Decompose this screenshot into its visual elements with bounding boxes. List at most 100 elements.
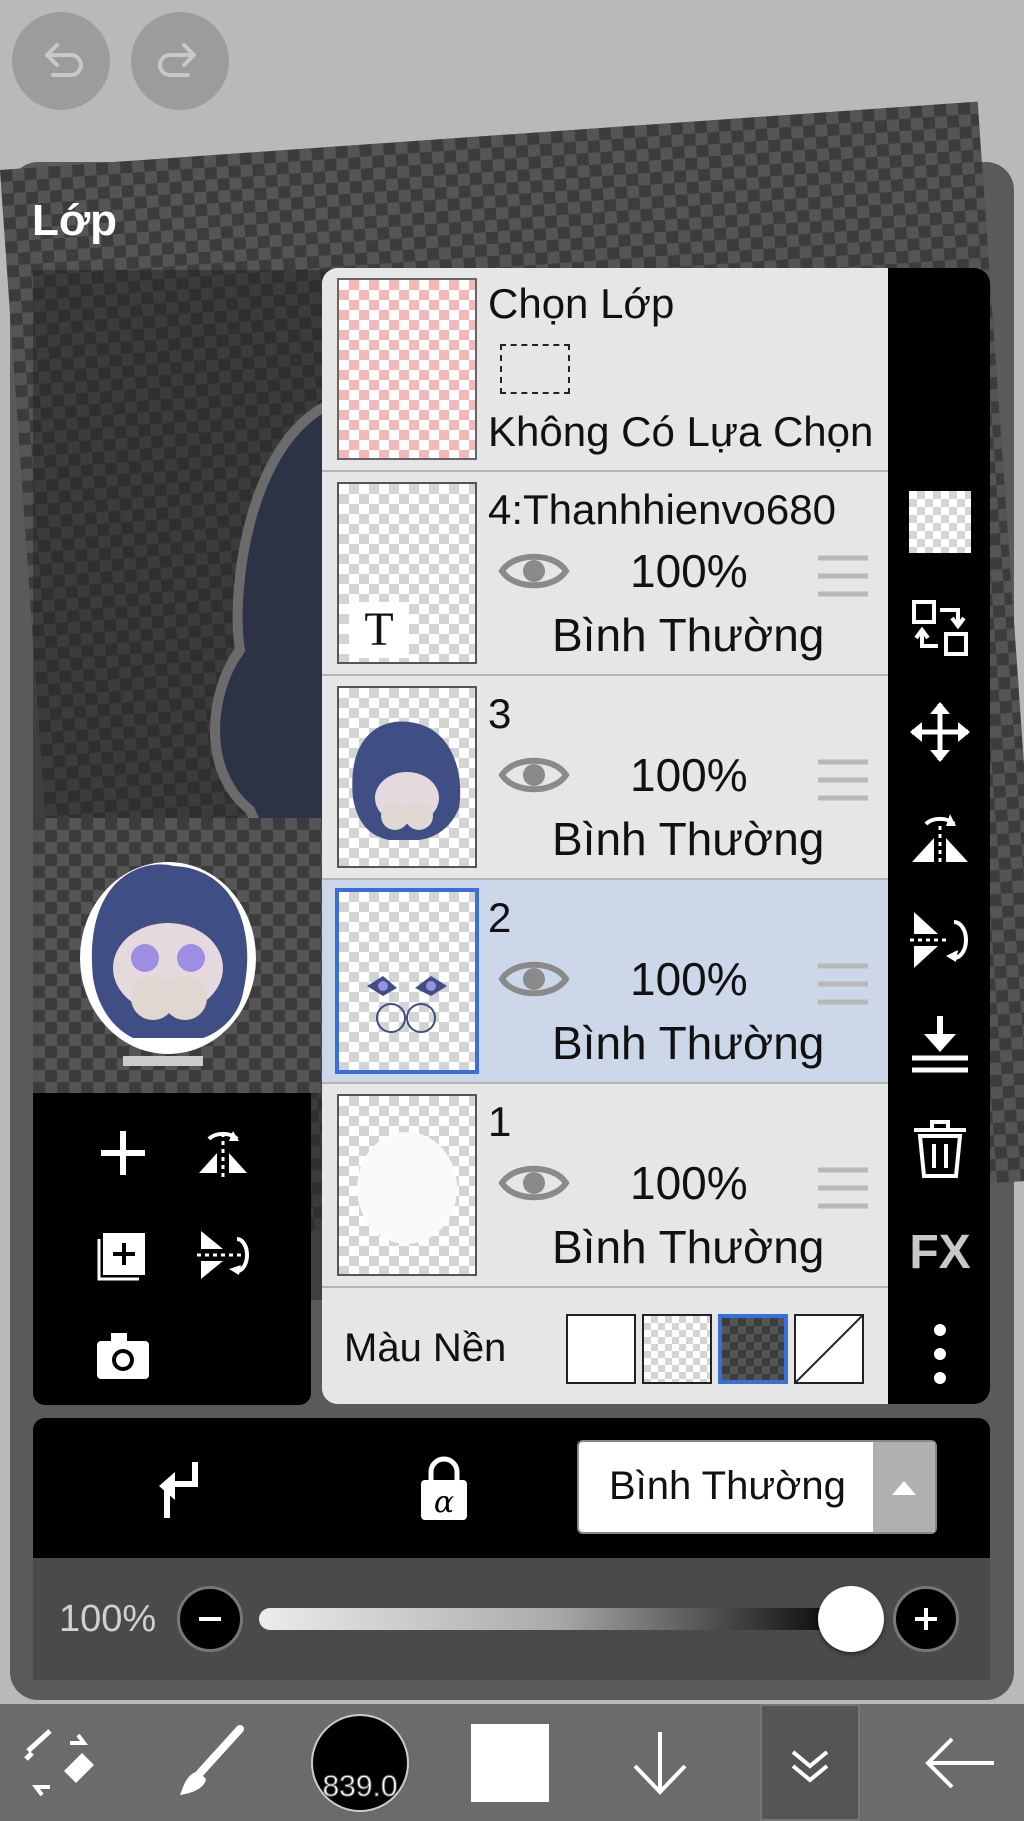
brush-icon [180,1724,244,1795]
layer-name: 4:Thanhhienvo680 [488,486,836,533]
flip-horizontal-button[interactable] [900,796,980,876]
arrow-down-icon [633,1731,687,1795]
layer-blend-mode: Bình Thường [552,609,825,661]
blend-mode-dropdown[interactable] [873,1442,935,1532]
opacity-slider-knob[interactable] [818,1586,884,1652]
layers-button[interactable] [760,1704,860,1821]
alpha-lock-icon: α [421,1456,467,1520]
layer-row-4[interactable]: T 4:Thanhhienvo680 100% Bình Thường [322,472,888,676]
layer-opacity: 100% [630,545,748,597]
flip-layer-vertical-button[interactable] [193,1225,253,1285]
drag-handle[interactable] [816,554,870,603]
selection-thumbnail [337,278,477,460]
opacity-increase-button[interactable] [893,1586,959,1652]
move-icon [910,702,970,762]
color-swatch [471,1723,549,1802]
brush-size-preview: 839.0 [311,1713,409,1812]
undo-icon [45,43,83,77]
eye-icon [498,1165,570,1201]
fx-button[interactable]: FX [900,1212,980,1292]
text-layer-icon: T [349,602,409,658]
layer-name: 2 [488,894,512,941]
flip-horizontal-icon [912,814,968,866]
layer-opacity: 100% [630,1157,748,1209]
checker-icon [909,491,971,553]
layer-opacity: 100% [630,749,748,801]
eye-icon [498,961,570,997]
drag-handle-icon [818,555,868,597]
preview-thumbnail [33,818,333,1093]
flip-vertical-button[interactable] [900,900,980,980]
opacity-slider-track[interactable] [259,1608,851,1630]
add-layer-button[interactable] [93,1123,153,1183]
layer-blend-mode: Bình Thường [552,1221,825,1273]
eye-icon [498,553,570,589]
more-button[interactable] [900,1314,980,1394]
blend-mode-value: Bình Thường [609,1464,846,1508]
undo-button[interactable] [12,12,110,110]
transfer-icon [912,600,968,656]
delete-layer-button[interactable] [900,1108,980,1188]
visibility-toggle[interactable] [498,1158,570,1213]
drag-handle[interactable] [816,962,870,1011]
minus-icon [199,1617,221,1621]
layer-2-art [367,976,447,1033]
layer-opacity: 100% [630,953,748,1005]
opacity-decrease-button[interactable] [177,1586,243,1652]
layer-thumbnail [335,888,479,1074]
brush-tool-button[interactable] [160,1704,260,1821]
drag-handle-icon [818,963,868,1005]
layer-thumbnail: T [337,482,477,664]
layer-blend-mode: Bình Thường [552,1017,825,1069]
drag-handle-icon [818,759,868,801]
flip-layer-vertical-icon [197,1231,249,1279]
back-button[interactable] [910,1704,1010,1821]
selection-status: Không Có Lựa Chọn [488,408,874,455]
selection-layer-row[interactable]: Chọn Lớp Không Có Lựa Chọn [322,268,888,472]
redo-icon [158,43,196,77]
tool-switch-button[interactable] [10,1704,110,1821]
bg-option-none[interactable] [794,1314,864,1384]
checker-button[interactable] [900,482,980,562]
add-copy-layer-button[interactable] [93,1225,153,1285]
panel-title: Lớp [32,196,118,245]
layer-thumbnail [337,686,477,868]
clipping-button[interactable] [145,1454,215,1524]
bg-option-white[interactable] [566,1314,636,1384]
camera-button[interactable] [93,1325,153,1385]
brush-size-button[interactable]: 839.0 [310,1704,410,1821]
layer-row-3[interactable]: 3 100% Bình Thường [322,676,888,880]
brush-size-value: 839.0 [322,1769,398,1803]
bg-option-dark-checker[interactable] [718,1314,788,1384]
color-button[interactable] [460,1704,560,1821]
move-button[interactable] [900,692,980,772]
background-color-label: Màu Nền [344,1326,507,1370]
layer-down-button[interactable] [610,1704,710,1821]
visibility-toggle[interactable] [498,954,570,1009]
camera-icon [97,1333,149,1379]
drag-handle[interactable] [816,758,870,807]
character-preview [80,862,256,1066]
more-icon [934,1324,946,1384]
opacity-bar: 100% [33,1558,990,1680]
flip-layer-horizontal-button[interactable] [193,1123,253,1183]
drag-handle[interactable] [816,1166,870,1215]
merge-down-icon [912,1016,968,1073]
transfer-button[interactable] [900,588,980,668]
background-color-row: Màu Nền [322,1288,888,1404]
bg-option-checker[interactable] [642,1314,712,1384]
alpha-lock-button[interactable]: α [409,1454,479,1524]
add-layer-icon [101,1131,145,1175]
merge-down-button[interactable] [900,1004,980,1084]
visibility-toggle[interactable] [498,750,570,805]
flip-layer-horizontal-icon [199,1131,247,1179]
blend-mode-select[interactable]: Bình Thường [577,1440,937,1534]
redo-button[interactable] [131,12,229,110]
chevron-double-down-icon [791,1749,829,1783]
eye-icon [498,757,570,793]
brush-eraser-switch-icon [24,1728,94,1796]
visibility-toggle[interactable] [498,546,570,601]
layer-blend-mode: Bình Thường [552,813,825,865]
layer-row-1[interactable]: 1 100% Bình Thường [322,1084,888,1288]
layer-row-2[interactable]: 2 100% Bình Thường [322,880,888,1084]
